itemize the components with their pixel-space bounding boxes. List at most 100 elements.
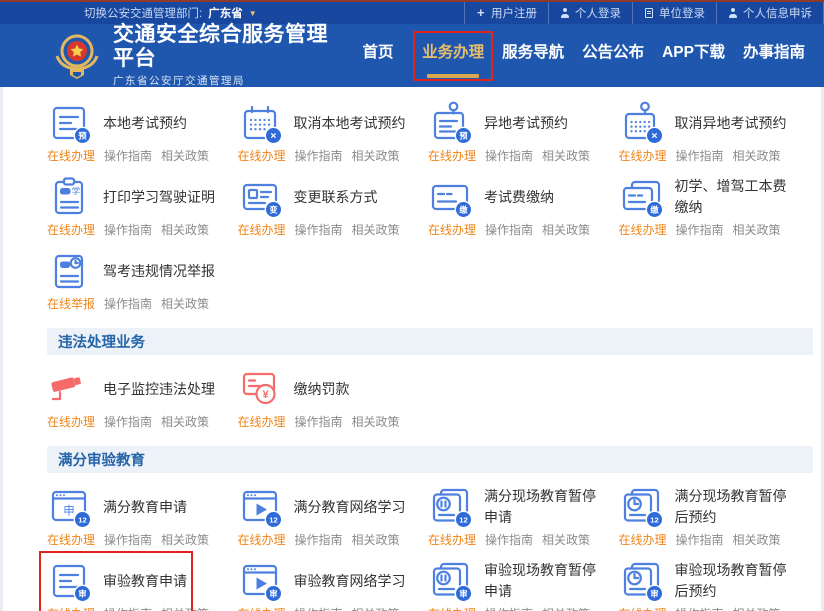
operation-guide-link[interactable]: 操作指南 [485, 221, 533, 238]
svg-text:审: 审 [269, 589, 277, 599]
user-register-link[interactable]: 用户注册 [464, 2, 548, 24]
id-card-icon: 变 [238, 174, 284, 220]
operation-guide-link[interactable]: 操作指南 [104, 605, 152, 611]
operation-guide-link[interactable]: 操作指南 [104, 295, 152, 312]
operation-guide-link[interactable]: 操作指南 [485, 605, 533, 611]
operation-guide-link[interactable]: 操作指南 [676, 531, 724, 548]
clipboard-clock-icon [47, 248, 93, 294]
calendar-pin-icon: × [619, 100, 665, 146]
svg-text:×: × [651, 130, 657, 142]
service-links: 在线办理操作指南相关政策 [47, 221, 235, 238]
svg-text:审: 审 [78, 589, 86, 599]
police-badge-logo [52, 30, 102, 82]
related-policy-link[interactable]: 相关政策 [542, 221, 590, 238]
service-links: 在线办理操作指南相关政策 [47, 413, 235, 430]
tab-home[interactable]: 首页 [343, 31, 413, 81]
svg-text:缴: 缴 [459, 205, 468, 215]
related-policy-link[interactable]: 相关政策 [542, 605, 590, 611]
service-title: 满分教育申请 [103, 497, 223, 518]
primary-action-link[interactable]: 在线办理 [47, 147, 95, 164]
nav-label: 首页 [363, 40, 394, 62]
operation-guide-link[interactable]: 操作指南 [485, 147, 533, 164]
operation-guide-link[interactable]: 操作指南 [295, 531, 343, 548]
personal-info-appeal-link[interactable]: 个人信息申诉 [716, 2, 824, 24]
related-policy-link[interactable]: 相关政策 [733, 147, 781, 164]
primary-action-link[interactable]: 在线办理 [238, 221, 286, 238]
operation-guide-link[interactable]: 操作指南 [295, 147, 343, 164]
related-policy-link[interactable]: 相关政策 [352, 413, 400, 430]
topbar-link-label: 用户注册 [491, 5, 537, 21]
operation-guide-link[interactable]: 操作指南 [104, 221, 152, 238]
switch-label: 切换公安交通管理部门: [84, 5, 202, 21]
service-item: 预本地考试预约在线办理操作指南相关政策 [47, 100, 235, 168]
primary-action-link[interactable]: 在线办理 [619, 147, 667, 164]
topbar-links: 用户注册 个人登录单位登录个人信息申诉 [464, 2, 824, 24]
operation-guide-link[interactable]: 操作指南 [104, 413, 152, 430]
related-policy-link[interactable]: 相关政策 [161, 531, 209, 548]
tab-business-handling[interactable]: 业务办理 [413, 31, 493, 81]
related-policy-link[interactable]: 相关政策 [733, 605, 781, 611]
service-item: ×取消异地考试预约在线办理操作指南相关政策 [619, 100, 807, 168]
operation-guide-link[interactable]: 操作指南 [295, 221, 343, 238]
primary-action-link[interactable]: 在线举报 [47, 295, 95, 312]
primary-action-link[interactable]: 在线办理 [47, 221, 95, 238]
plus-icon [476, 8, 486, 18]
primary-action-link[interactable]: 在线办理 [428, 605, 476, 611]
related-policy-link[interactable]: 相关政策 [161, 605, 209, 611]
camera-icon [47, 366, 93, 412]
unit-login-link[interactable]: 单位登录 [632, 2, 716, 24]
primary-action-link[interactable]: 在线办理 [428, 531, 476, 548]
primary-action-link[interactable]: 在线办理 [619, 221, 667, 238]
operation-guide-link[interactable]: 操作指南 [485, 531, 533, 548]
operation-guide-link[interactable]: 操作指南 [676, 147, 724, 164]
tab-handling-guide[interactable]: 办事指南 [734, 31, 814, 81]
related-policy-link[interactable]: 相关政策 [542, 147, 590, 164]
primary-action-link[interactable]: 在线办理 [47, 605, 95, 611]
related-policy-link[interactable]: 相关政策 [352, 221, 400, 238]
primary-action-link[interactable]: 在线办理 [428, 147, 476, 164]
service-title: 本地考试预约 [103, 113, 223, 134]
related-policy-link[interactable]: 相关政策 [352, 531, 400, 548]
personal-login-link[interactable]: 个人登录 [548, 2, 632, 24]
primary-action-link[interactable]: 在线办理 [47, 413, 95, 430]
service-grid: 电子监控违法处理在线办理操作指南相关政策 ¥缴纳罚款在线办理操作指南相关政策 [3, 366, 821, 440]
operation-guide-link[interactable]: 操作指南 [676, 605, 724, 611]
service-links: 在线办理操作指南相关政策 [619, 531, 807, 548]
department-switcher[interactable]: 切换公安交通管理部门: 广东省 ▼ [84, 5, 257, 21]
tab-app-download[interactable]: APP下载 [653, 31, 734, 81]
nav-label: 公告公布 [582, 40, 644, 62]
related-policy-link[interactable]: 相关政策 [733, 531, 781, 548]
topbar-link-label: 个人登录 [575, 5, 621, 21]
primary-action-link[interactable]: 在线办理 [238, 413, 286, 430]
related-policy-link[interactable]: 相关政策 [161, 413, 209, 430]
clipboard-car-icon: 学 [47, 174, 93, 220]
operation-guide-link[interactable]: 操作指南 [104, 147, 152, 164]
service-title: 打印学习驾驶证明 [103, 187, 223, 208]
service-links: 在线办理操作指南相关政策 [428, 147, 616, 164]
tab-announcements[interactable]: 公告公布 [573, 31, 653, 81]
tab-service-navigation[interactable]: 服务导航 [493, 31, 573, 81]
service-links: 在线办理操作指南相关政策 [428, 221, 616, 238]
service-title: 审验现场教育暂停申请 [484, 560, 604, 602]
primary-action-link[interactable]: 在线办理 [428, 221, 476, 238]
primary-action-link[interactable]: 在线办理 [619, 531, 667, 548]
primary-action-link[interactable]: 在线办理 [238, 531, 286, 548]
primary-action-link[interactable]: 在线办理 [47, 531, 95, 548]
primary-action-link[interactable]: 在线办理 [619, 605, 667, 611]
related-policy-link[interactable]: 相关政策 [161, 147, 209, 164]
related-policy-link[interactable]: 相关政策 [352, 147, 400, 164]
related-policy-link[interactable]: 相关政策 [542, 531, 590, 548]
primary-action-link[interactable]: 在线办理 [238, 147, 286, 164]
operation-guide-link[interactable]: 操作指南 [295, 605, 343, 611]
operation-guide-link[interactable]: 操作指南 [295, 413, 343, 430]
related-policy-link[interactable]: 相关政策 [352, 605, 400, 611]
operation-guide-link[interactable]: 操作指南 [676, 221, 724, 238]
primary-action-link[interactable]: 在线办理 [238, 605, 286, 611]
pause-card-icon: 审 [428, 558, 474, 604]
service-title: 电子监控违法处理 [103, 379, 223, 400]
operation-guide-link[interactable]: 操作指南 [104, 531, 152, 548]
related-policy-link[interactable]: 相关政策 [161, 221, 209, 238]
person-icon [728, 8, 738, 18]
related-policy-link[interactable]: 相关政策 [161, 295, 209, 312]
related-policy-link[interactable]: 相关政策 [733, 221, 781, 238]
